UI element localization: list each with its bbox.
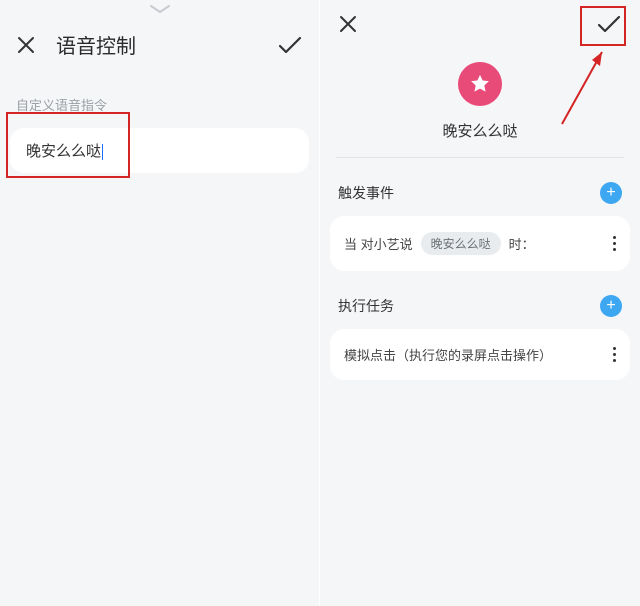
add-task-button[interactable]: + [600, 295, 622, 317]
chevron-down-icon[interactable] [149, 4, 171, 14]
voice-control-screen: 语音控制 自定义语音指令 晚安么么哒 [0, 0, 320, 606]
section-subtitle: 自定义语音指令 [8, 73, 311, 128]
close-icon[interactable] [16, 35, 36, 55]
scene-detail-screen: 晚安么么哒 触发事件 + 当 对小艺说 晚安么么哒 时： 执行任务 + 模拟点击… [320, 0, 640, 606]
task-section-header: 执行任务 + [328, 271, 632, 325]
more-vertical-icon[interactable] [613, 347, 616, 362]
trigger-row[interactable]: 当 对小艺说 晚安么么哒 时： [330, 216, 630, 271]
command-input[interactable]: 晚安么么哒 [26, 143, 103, 160]
trigger-section-header: 触发事件 + [328, 158, 632, 212]
add-trigger-button[interactable]: + [600, 182, 622, 204]
task-text: 模拟点击（执行您的录屏点击操作） [344, 345, 552, 364]
trigger-suffix: 时： [509, 234, 535, 253]
right-header [328, 0, 632, 44]
task-row[interactable]: 模拟点击（执行您的录屏点击操作） [330, 329, 630, 380]
more-vertical-icon[interactable] [613, 236, 616, 251]
trigger-label: 触发事件 [338, 183, 394, 203]
scene-title: 晚安么么哒 [336, 120, 624, 158]
left-header: 语音控制 [8, 10, 311, 73]
trigger-prefix: 当 对小艺说 [344, 234, 413, 253]
trigger-chip: 晚安么么哒 [421, 232, 501, 255]
confirm-button[interactable] [277, 35, 303, 55]
task-label: 执行任务 [338, 296, 394, 316]
confirm-button[interactable] [596, 14, 622, 34]
page-title: 语音控制 [56, 30, 136, 59]
close-icon[interactable] [338, 14, 358, 34]
command-input-wrap[interactable]: 晚安么么哒 [10, 128, 309, 173]
star-icon [458, 62, 502, 106]
